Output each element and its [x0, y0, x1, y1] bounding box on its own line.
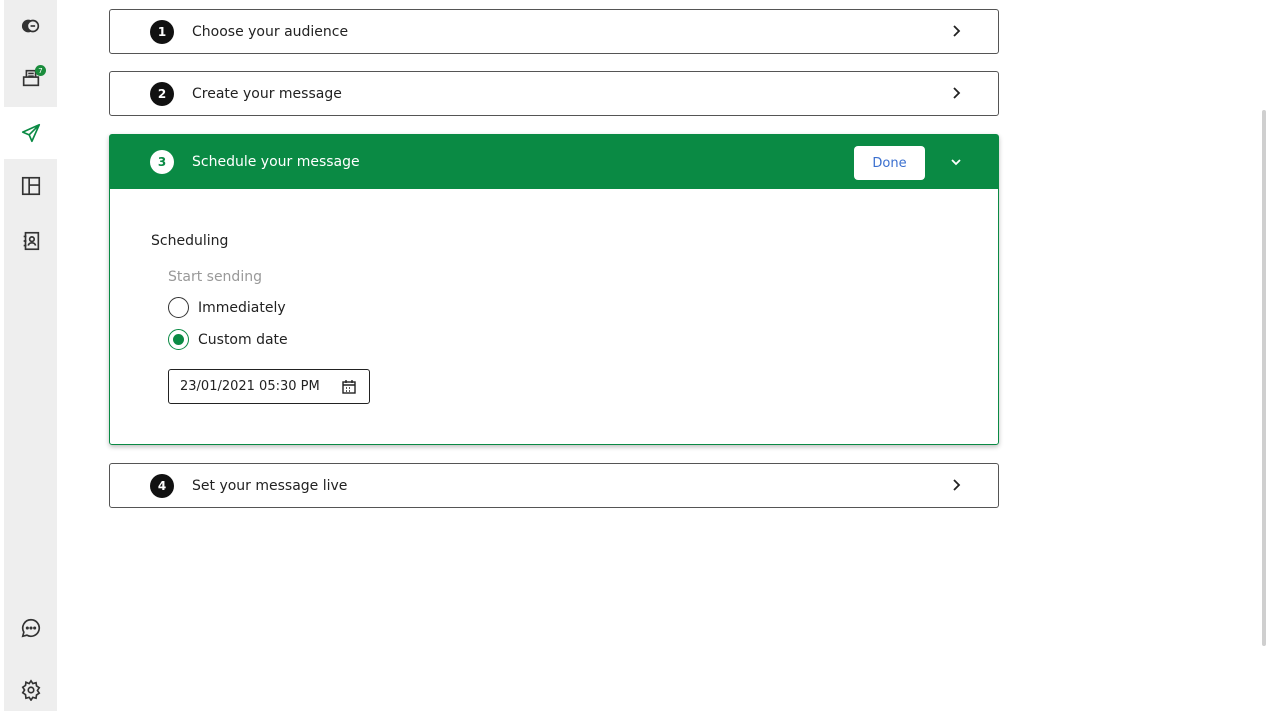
step-title: Choose your audience [192, 23, 349, 40]
start-sending-label: Start sending [168, 269, 262, 285]
radio-circle-selected[interactable] [168, 329, 189, 350]
contacts-icon [23, 231, 39, 251]
calendar-icon[interactable] [341, 379, 357, 395]
radio-label: Immediately [198, 299, 286, 316]
radio-circle[interactable] [168, 297, 189, 318]
step-set-live[interactable]: 4 Set your message live [109, 463, 999, 508]
date-value: 23/01/2021 05:30 PM [180, 379, 320, 394]
conversations-icon [21, 19, 39, 33]
step-number: 4 [150, 473, 174, 498]
step-number: 2 [150, 81, 174, 106]
step-create-message[interactable]: 2 Create your message [109, 71, 999, 116]
scheduling-label: Scheduling [151, 233, 229, 249]
step-schedule-message: 3 Schedule your message Done Scheduling … [109, 134, 999, 445]
step-number: 1 [150, 19, 174, 44]
sidebar: 7 [4, 0, 57, 711]
step-header[interactable]: 3 Schedule your message Done [110, 135, 998, 189]
chat-icon [21, 618, 40, 638]
chevron-right-icon [953, 25, 961, 37]
sidebar-item-chat[interactable] [4, 602, 57, 654]
chevron-right-icon [953, 479, 961, 491]
inbox-badge: 7 [35, 65, 46, 76]
sidebar-item-layout[interactable] [4, 160, 57, 212]
chevron-down-icon[interactable] [948, 154, 964, 170]
step-choose-audience[interactable]: 1 Choose your audience [109, 9, 999, 54]
radio-immediately[interactable]: Immediately [168, 297, 286, 318]
sidebar-item-inbox[interactable]: 7 [4, 52, 57, 104]
gear-icon [21, 679, 40, 701]
sidebar-item-conversations[interactable] [4, 0, 57, 52]
radio-custom-date[interactable]: Custom date [168, 329, 288, 350]
scrollbar[interactable] [1262, 110, 1266, 646]
step-number: 3 [150, 150, 174, 174]
date-input[interactable]: 23/01/2021 05:30 PM [168, 369, 370, 404]
step-title: Set your message live [192, 477, 348, 494]
sidebar-item-send[interactable] [4, 107, 57, 159]
sidebar-item-settings[interactable] [4, 664, 57, 716]
sidebar-item-contacts[interactable] [4, 215, 57, 267]
send-icon [21, 123, 40, 143]
layout-icon [21, 176, 40, 196]
step-title: Create your message [192, 85, 342, 102]
radio-label: Custom date [198, 331, 288, 348]
step-title: Schedule your message [192, 154, 360, 170]
done-button[interactable]: Done [854, 146, 925, 180]
chevron-right-icon [953, 87, 961, 99]
